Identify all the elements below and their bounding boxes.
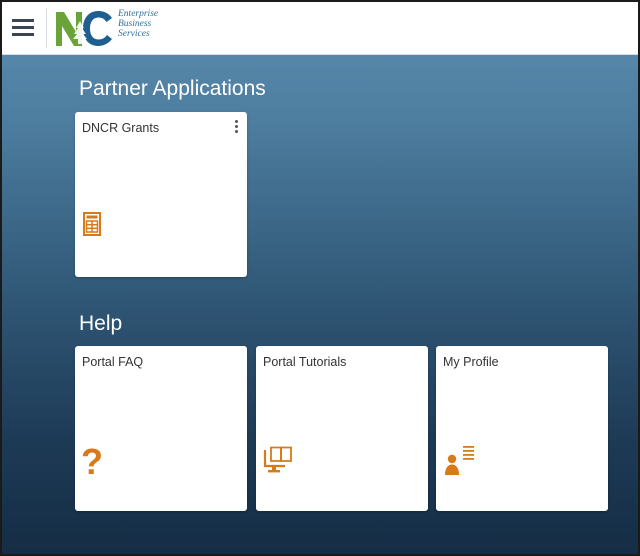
tile-label: DNCR Grants (82, 121, 160, 135)
person-profile-icon (444, 444, 478, 481)
logo-line-3: Services (118, 29, 150, 39)
hamburger-menu-icon[interactable] (12, 19, 34, 37)
more-options-icon[interactable] (233, 119, 239, 135)
logo-line-1: Enterprise (118, 9, 159, 19)
section-title-help: Help (79, 312, 123, 335)
tile-label: My Profile (443, 355, 499, 369)
monitor-book-icon (263, 446, 293, 479)
tile-dncr-grants[interactable]: DNCR Grants (75, 112, 247, 277)
top-bar: Enterprise Business Services (2, 2, 638, 55)
calculator-icon (83, 212, 101, 241)
nc-logo[interactable]: Enterprise Business Services (54, 8, 184, 50)
section-title-partner-applications: Partner Applications (79, 77, 266, 100)
logo-line-2: Business (118, 19, 152, 29)
nc-logo-mark (56, 11, 112, 46)
header-divider (46, 8, 47, 48)
tile-label: Portal FAQ (82, 355, 144, 369)
tile-portal-faq[interactable]: Portal FAQ ? (75, 346, 247, 511)
question-mark-icon: ? (81, 441, 103, 482)
tile-portal-tutorials[interactable]: Portal Tutorials (256, 346, 428, 511)
tile-label: Portal Tutorials (263, 355, 347, 369)
logo-text: Enterprise Business Services (118, 9, 158, 39)
tile-my-profile[interactable]: My Profile (436, 346, 608, 511)
app-frame: Enterprise Business Services Partner App… (0, 0, 640, 556)
